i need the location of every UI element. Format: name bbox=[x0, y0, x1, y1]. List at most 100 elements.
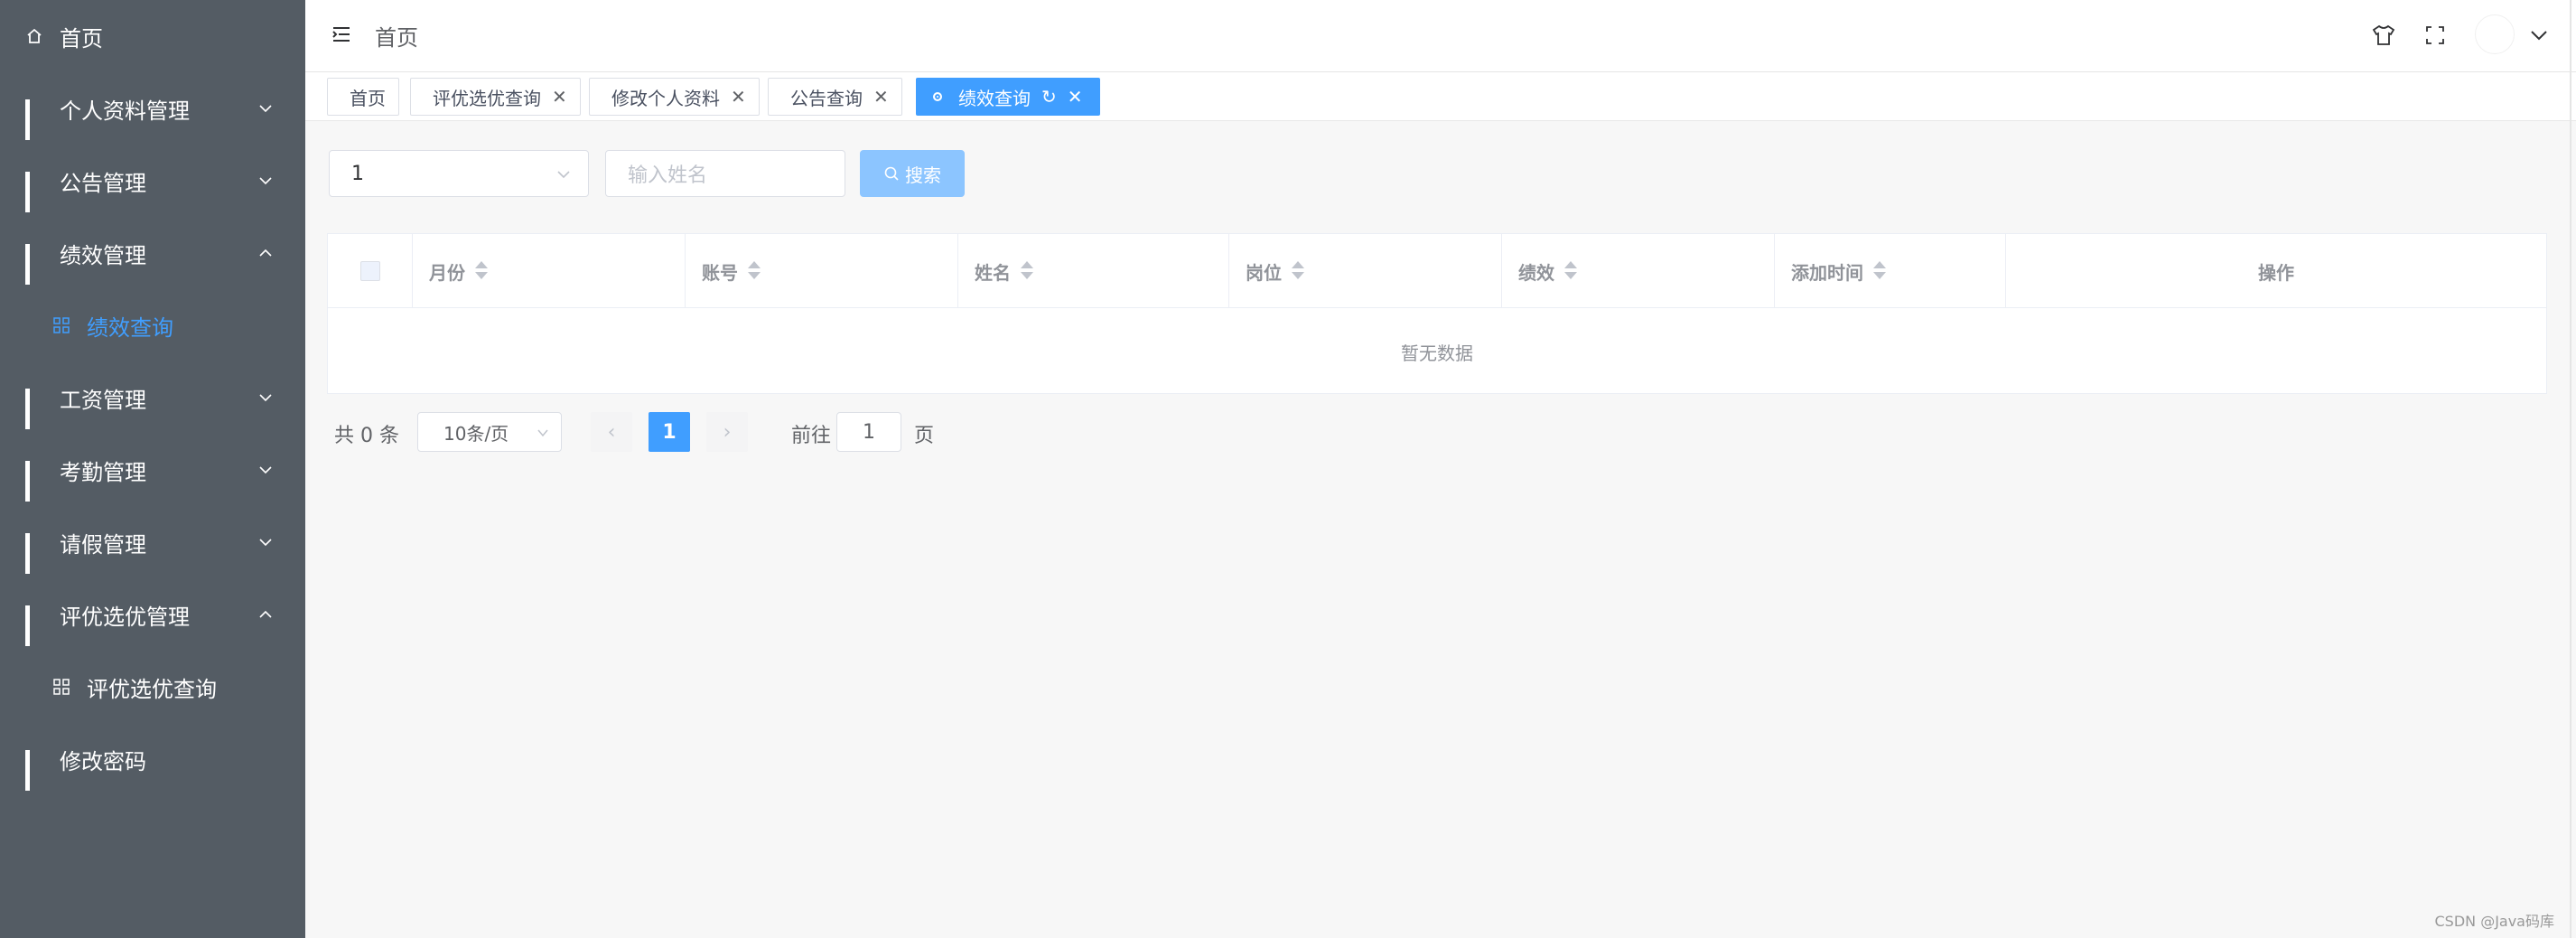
menu-item-label: 请假管理 bbox=[60, 531, 146, 558]
column-header-actions: 操作 bbox=[2006, 234, 2546, 308]
grid-icon bbox=[25, 750, 43, 791]
grid-icon bbox=[25, 172, 43, 212]
menu-item-label: 个人资料管理 bbox=[60, 98, 190, 124]
tab-performance-query[interactable]: 绩效查询 ↻ ✕ bbox=[916, 78, 1100, 116]
menu-item-label: 工资管理 bbox=[60, 387, 146, 413]
fullscreen-icon[interactable] bbox=[2422, 22, 2449, 49]
top-header: 首页 bbox=[305, 0, 2576, 72]
scrollbar-track[interactable] bbox=[2570, 0, 2571, 938]
chevron-down-icon bbox=[259, 177, 272, 185]
input-placeholder: 输入姓名 bbox=[628, 164, 708, 187]
menu-item-change-password[interactable]: 修改密码 bbox=[0, 723, 305, 795]
menu-item-award-query[interactable]: 评优选优查询 bbox=[0, 651, 305, 723]
column-header-performance[interactable]: 绩效 bbox=[1502, 234, 1775, 308]
tab-label: 首页 bbox=[350, 87, 386, 109]
column-label: 操作 bbox=[2258, 261, 2294, 284]
menu-item-performance-query[interactable]: 绩效查询 bbox=[0, 289, 305, 361]
chevron-down-icon bbox=[537, 429, 548, 437]
apps-icon bbox=[53, 317, 70, 333]
menu-item-notice-management[interactable]: 公告管理 bbox=[0, 145, 305, 217]
chevron-down-icon bbox=[557, 171, 570, 179]
menu-fold-icon[interactable] bbox=[331, 23, 352, 45]
table-empty-text: 暂无数据 bbox=[1401, 342, 1473, 364]
close-icon[interactable]: ✕ bbox=[1068, 86, 1083, 108]
tab-label: 修改个人资料 bbox=[611, 87, 720, 109]
close-icon[interactable]: ✕ bbox=[873, 86, 889, 108]
column-header-position[interactable]: 岗位 bbox=[1229, 234, 1502, 308]
menu-item-award-management[interactable]: 评优选优管理 bbox=[0, 578, 305, 651]
next-page-button[interactable]: › bbox=[706, 412, 748, 452]
menu-item-label: 首页 bbox=[60, 25, 103, 52]
table-header: 月份 账号 姓名 岗位 绩效 添加时间 操作 bbox=[328, 234, 2546, 308]
chevron-down-icon bbox=[259, 394, 272, 402]
tab-edit-profile[interactable]: 修改个人资料 ✕ bbox=[589, 78, 760, 116]
column-header-account[interactable]: 账号 bbox=[686, 234, 958, 308]
menu-item-label: 绩效管理 bbox=[60, 242, 146, 268]
pagination-total: 共 0 条 bbox=[334, 425, 399, 447]
name-search-input[interactable]: 输入姓名 bbox=[605, 150, 845, 197]
grid-icon bbox=[25, 533, 43, 574]
sort-icon[interactable] bbox=[1291, 261, 1305, 281]
goto-page-input[interactable]: 1 bbox=[836, 412, 901, 452]
sort-icon[interactable] bbox=[1563, 261, 1578, 281]
menu-item-performance-management[interactable]: 绩效管理 bbox=[0, 217, 305, 289]
breadcrumb[interactable]: 首页 bbox=[375, 20, 418, 52]
sort-icon[interactable] bbox=[1872, 261, 1887, 281]
chevron-left-icon: ‹ bbox=[607, 420, 616, 444]
column-header-month[interactable]: 月份 bbox=[413, 234, 686, 308]
prev-page-button[interactable]: ‹ bbox=[591, 412, 632, 452]
shirt-icon[interactable] bbox=[2370, 22, 2397, 49]
grid-icon bbox=[25, 605, 43, 646]
tab-award-query[interactable]: 评优选优查询 ✕ bbox=[410, 78, 581, 116]
tab-label: 评优选优查询 bbox=[433, 87, 541, 109]
watermark: CSDN @Java码库 bbox=[2434, 913, 2554, 930]
grid-icon bbox=[25, 461, 43, 502]
home-icon bbox=[27, 28, 42, 43]
avatar[interactable] bbox=[2475, 14, 2515, 54]
close-icon[interactable]: ✕ bbox=[552, 86, 567, 108]
performance-table: 月份 账号 姓名 岗位 绩效 添加时间 操作 暂无数据 bbox=[327, 233, 2547, 394]
column-header-added-time[interactable]: 添加时间 bbox=[1775, 234, 2006, 308]
tab-home[interactable]: 首页 bbox=[327, 78, 399, 116]
tab-notice-query[interactable]: 公告查询 ✕ bbox=[768, 78, 902, 116]
sidebar: 首页 个人资料管理 公告管理 绩效管理 绩效查询 工资管理 考勤管理 请假管理 … bbox=[0, 0, 305, 938]
search-button[interactable]: 搜索 bbox=[860, 150, 965, 197]
select-all-checkbox[interactable] bbox=[359, 261, 380, 281]
column-label: 月份 bbox=[429, 261, 465, 284]
select-all-cell bbox=[328, 234, 413, 308]
sort-icon[interactable] bbox=[1020, 261, 1034, 281]
sort-icon[interactable] bbox=[747, 261, 761, 281]
column-label: 账号 bbox=[702, 261, 738, 284]
tab-label: 绩效查询 bbox=[958, 87, 1031, 109]
sort-icon[interactable] bbox=[474, 261, 489, 281]
page-suffix-label: 页 bbox=[914, 425, 935, 447]
menu-item-label: 评优选优管理 bbox=[60, 604, 190, 630]
grid-icon bbox=[25, 244, 43, 285]
chevron-up-icon bbox=[259, 249, 272, 257]
chevron-down-icon bbox=[259, 539, 272, 547]
apps-icon bbox=[53, 679, 70, 695]
column-label: 姓名 bbox=[975, 261, 1011, 284]
month-select[interactable]: 1 bbox=[329, 150, 589, 197]
menu-item-attendance-management[interactable]: 考勤管理 bbox=[0, 434, 305, 506]
column-header-name[interactable]: 姓名 bbox=[958, 234, 1229, 308]
menu-item-salary-management[interactable]: 工资管理 bbox=[0, 361, 305, 434]
column-label: 添加时间 bbox=[1791, 261, 1863, 284]
close-icon[interactable]: ✕ bbox=[731, 86, 746, 108]
menu-item-label: 绩效查询 bbox=[87, 314, 173, 341]
search-button-label: 搜索 bbox=[905, 164, 941, 186]
chevron-down-icon[interactable] bbox=[2525, 22, 2553, 49]
tab-label: 公告查询 bbox=[790, 87, 863, 109]
menu-item-label: 考勤管理 bbox=[60, 459, 146, 485]
menu-item-leave-management[interactable]: 请假管理 bbox=[0, 506, 305, 578]
refresh-icon[interactable]: ↻ bbox=[1041, 86, 1057, 108]
page-size-select[interactable]: 10条/页 bbox=[417, 412, 562, 452]
menu-item-profile-management[interactable]: 个人资料管理 bbox=[0, 72, 305, 145]
menu-item-label: 公告管理 bbox=[60, 170, 146, 196]
page-number-current[interactable]: 1 bbox=[649, 412, 690, 452]
menu-item-home[interactable]: 首页 bbox=[0, 0, 305, 72]
chevron-up-icon bbox=[259, 610, 272, 618]
grid-icon bbox=[25, 389, 43, 429]
search-icon bbox=[884, 166, 899, 181]
chevron-right-icon: › bbox=[723, 420, 732, 444]
